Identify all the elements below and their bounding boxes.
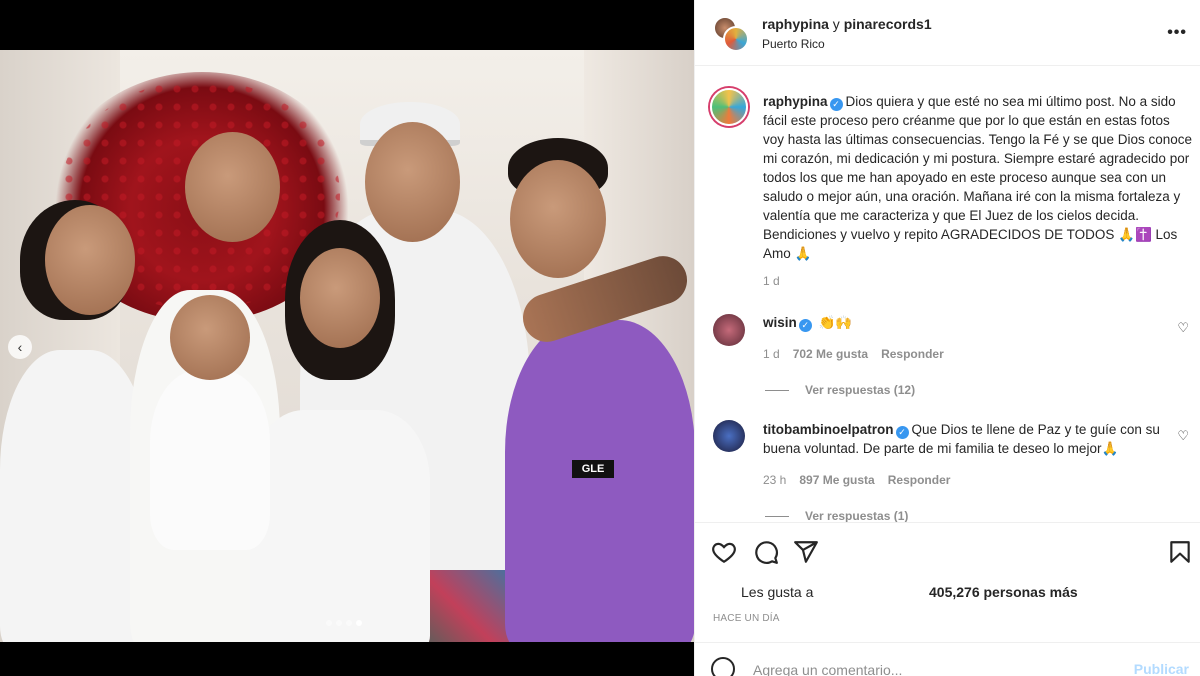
carousel-prev-button[interactable]: ‹ [8, 335, 32, 359]
face-man [365, 122, 460, 242]
comment-likes[interactable]: 702 Me gusta [793, 347, 868, 361]
replies-line [765, 516, 789, 518]
view-replies-label: Ver respuestas (12) [805, 383, 916, 397]
comment-time[interactable]: 23 h [763, 473, 786, 487]
verified-badge-icon: ✓ [798, 319, 812, 332]
view-replies-button[interactable]: Ver respuestas (12) [765, 383, 915, 397]
comment-text: 👏🙌 [818, 315, 853, 330]
comment-time[interactable]: 1 d [763, 347, 780, 361]
view-replies-button[interactable]: Ver respuestas (1) [765, 509, 908, 522]
face-teen-boy [185, 132, 280, 242]
face-baby [170, 295, 250, 380]
face-girl [45, 205, 135, 315]
post-photo[interactable]: GLE [0, 50, 694, 642]
caption-username[interactable]: raphypina [763, 94, 828, 109]
carousel-dot [346, 620, 352, 626]
post-header: raphypina y pinarecords1 Puerto Rico ••• [695, 0, 1200, 66]
view-replies-label: Ver respuestas (1) [805, 509, 909, 522]
comment-meta: 1 d 702 Me gusta Responder [763, 347, 944, 361]
post-owners: raphypina y pinarecords1 [762, 16, 932, 32]
comment-like-heart-icon[interactable]: ♡ [1177, 320, 1189, 336]
avatar[interactable] [713, 420, 745, 452]
heart-icon[interactable] [711, 539, 737, 565]
caption-text: Dios quiera y que esté no sea mi último … [763, 94, 1192, 261]
person-girl [0, 350, 150, 642]
owner-username-1[interactable]: raphypina [762, 16, 829, 32]
person-woman-white-dress [250, 410, 430, 642]
shirt-print: GLE [572, 460, 614, 478]
comment-text-row: wisin ✓ 👏🙌 [763, 313, 1173, 332]
avatar[interactable] [713, 314, 745, 346]
carousel-dot-active [356, 620, 362, 626]
comment-likes[interactable]: 897 Me gusta [799, 473, 874, 487]
media-area: GLE ‹ [0, 0, 694, 676]
carousel-dot [336, 620, 342, 626]
person-baby [150, 370, 270, 550]
post-location[interactable]: Puerto Rico [762, 37, 825, 51]
carousel-dots [326, 620, 362, 626]
comment-username[interactable]: wisin [763, 315, 797, 330]
likes-count[interactable]: 405,276 personas más [929, 584, 1078, 600]
reply-button[interactable]: Responder [881, 347, 944, 361]
comment-username[interactable]: titobambinoelpatron [763, 422, 894, 437]
comment-icon[interactable] [753, 539, 779, 565]
face-boy [510, 160, 606, 278]
likes-label: Les gusta a [741, 584, 814, 600]
comment-meta: 23 h 897 Me gusta Responder [763, 473, 950, 487]
collab-avatars[interactable] [713, 16, 749, 52]
owners-separator: y [828, 16, 844, 32]
more-options-icon[interactable]: ••• [1167, 24, 1187, 42]
publish-button[interactable]: Publicar [1134, 661, 1189, 676]
comments-scroll-area[interactable]: raphypina ✓ Dios quiera y que esté no sea … [695, 66, 1200, 522]
owner-username-2[interactable]: pinarecords1 [844, 16, 932, 32]
avatar [723, 26, 749, 52]
post-side-panel: raphypina y pinarecords1 Puerto Rico •••… [694, 0, 1200, 676]
carousel-dot [326, 620, 332, 626]
chevron-left-icon: ‹ [17, 339, 23, 355]
reply-button[interactable]: Responder [888, 473, 951, 487]
replies-line [765, 390, 789, 392]
comment-like-heart-icon[interactable]: ♡ [1177, 428, 1189, 444]
avatar[interactable] [710, 88, 748, 126]
emoji-icon[interactable] [711, 657, 735, 676]
caption-timestamp[interactable]: 1 d [763, 274, 780, 288]
verified-badge-icon: ✓ [829, 98, 843, 111]
post-timestamp[interactable]: HACE UN DÍA [713, 613, 780, 624]
share-icon[interactable] [793, 539, 819, 565]
bookmark-icon[interactable] [1167, 539, 1193, 565]
comment-text-row: titobambinoelpatron ✓ Que Dios te llene de… [763, 420, 1173, 458]
face-woman [300, 248, 380, 348]
comment-bar: Publicar [695, 642, 1200, 676]
action-bar [695, 522, 1200, 578]
person-boy-purple-shirt [505, 320, 694, 642]
comment-input[interactable] [753, 659, 1113, 676]
verified-badge-icon: ✓ [895, 426, 909, 439]
post-caption: raphypina ✓ Dios quiera y que esté no sea … [763, 92, 1193, 263]
